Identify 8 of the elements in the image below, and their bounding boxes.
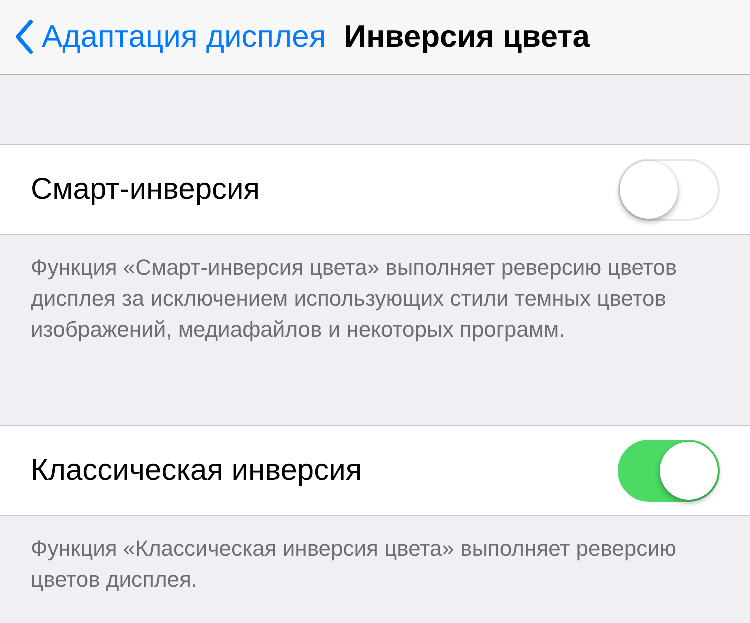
footer-description: Функция «Смарт-инверсия цвета» выполняет реверсию цветов дисплея за исключением использующих стили темных цветов изображений, медиафайлов и некоторых программ. [31, 254, 678, 344]
toggle-switch[interactable] [618, 440, 720, 502]
setting-label: Смарт-инверсия [31, 172, 260, 208]
back-chevron-icon [14, 19, 34, 55]
back-button[interactable]: Адаптация дисплея [14, 14, 326, 60]
footer-description: Функция «Классическая инверсия цвета» выполняет реверсию цветов дисплея. [31, 535, 678, 594]
screen-title: Инверсия цвета [344, 18, 590, 56]
setting-label: Классическая инверсия [31, 453, 362, 489]
